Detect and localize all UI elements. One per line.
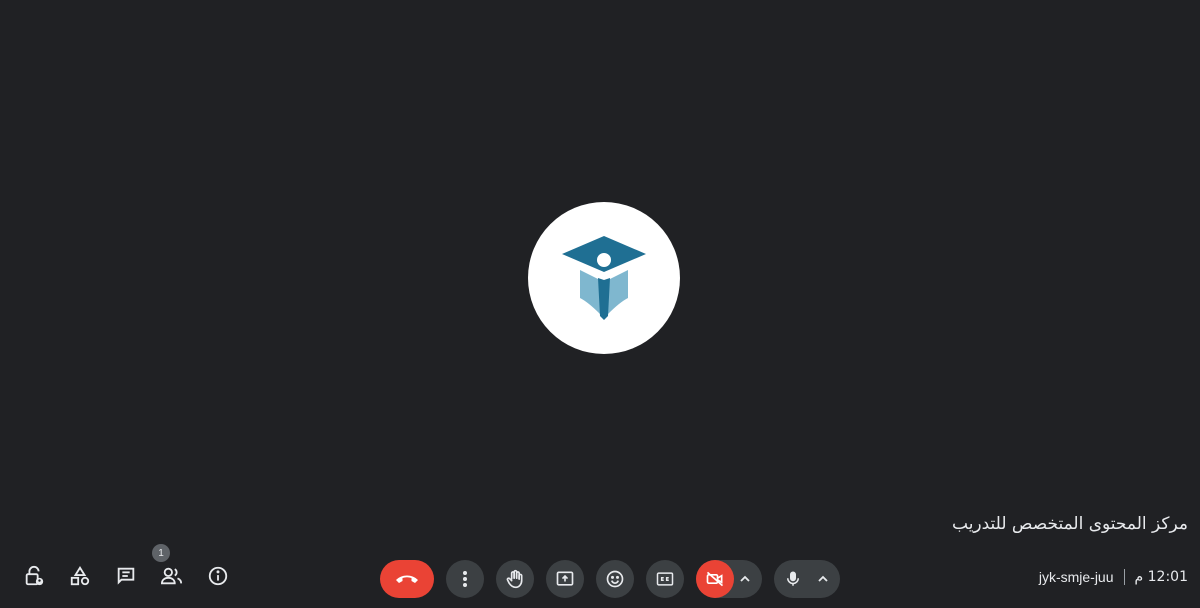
hangup-button[interactable]	[380, 560, 434, 598]
chevron-up-icon	[818, 575, 828, 582]
host-controls-button[interactable]	[22, 564, 46, 588]
chat-button[interactable]	[114, 564, 138, 588]
shapes-icon	[70, 566, 90, 586]
activities-button[interactable]	[68, 564, 92, 588]
participant-avatar	[528, 202, 680, 354]
reactions-button[interactable]	[596, 560, 634, 598]
closed-captions-icon	[656, 572, 674, 586]
camera-options-button[interactable]	[734, 560, 756, 598]
meeting-details-button[interactable]	[206, 564, 230, 588]
more-options-button[interactable]	[446, 560, 484, 598]
people-icon	[160, 567, 183, 585]
meeting-stage: مركز المحتوى المتخصص للتدريب 1 jyk-smje-…	[0, 0, 1200, 608]
meeting-code: jyk-smje-juu	[1038, 569, 1114, 585]
captions-button[interactable]	[646, 560, 684, 598]
camera-toggle-button[interactable]	[696, 560, 734, 598]
lock-person-icon	[25, 565, 44, 586]
chat-icon	[117, 567, 135, 585]
side-tools: 1	[22, 544, 230, 588]
present-icon	[556, 571, 574, 586]
participant-name: مركز المحتوى المتخصص للتدريب	[952, 514, 1188, 534]
raise-hand-button[interactable]	[496, 560, 534, 598]
organization-logo-icon	[562, 236, 646, 320]
info-icon	[208, 566, 228, 586]
microphone-options-button[interactable]	[812, 560, 834, 598]
call-controls	[380, 560, 840, 598]
present-screen-button[interactable]	[546, 560, 584, 598]
mic-icon	[787, 571, 799, 586]
hand-icon	[506, 569, 523, 589]
meeting-info: jyk-smje-juu 12:01 م	[1039, 569, 1188, 585]
people-count-badge: 1	[152, 544, 170, 562]
chevron-up-icon	[740, 575, 750, 582]
camera-control-group	[696, 560, 762, 598]
camera-off-icon	[706, 571, 724, 587]
microphone-control-group	[774, 560, 840, 598]
bottom-toolbar: 1 jyk-smje-juu 12:01 م	[0, 544, 1200, 608]
divider	[1123, 569, 1125, 585]
phone-hangup-icon	[396, 575, 418, 583]
microphone-toggle-button[interactable]	[774, 560, 812, 598]
emoji-icon	[606, 570, 624, 588]
more-vert-icon	[463, 571, 467, 587]
meeting-time: 12:01 م	[1134, 569, 1188, 585]
people-button[interactable]: 1	[152, 544, 184, 588]
